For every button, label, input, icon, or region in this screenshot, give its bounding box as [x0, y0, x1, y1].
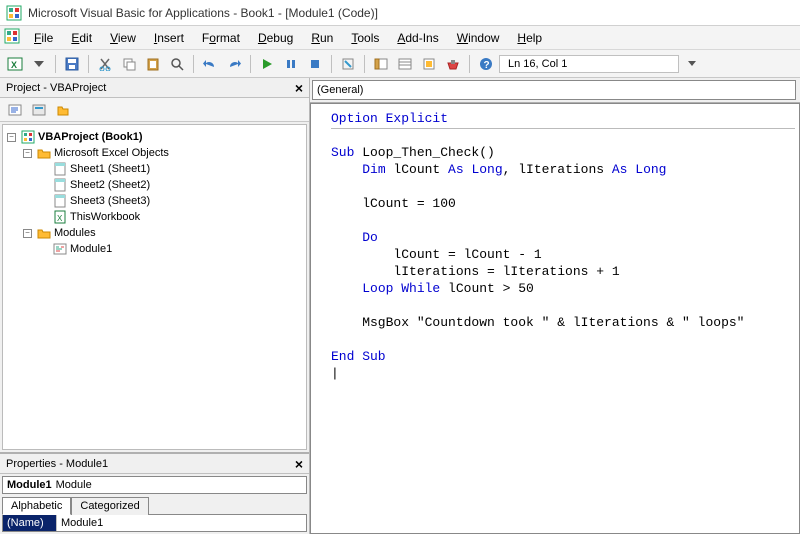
save-icon[interactable]	[61, 53, 83, 75]
procedure-divider	[331, 128, 795, 129]
view-object-icon[interactable]	[28, 99, 50, 121]
insert-dropdown-icon[interactable]	[28, 53, 50, 75]
toolbar-options-icon[interactable]	[681, 53, 703, 75]
tree-thisworkbook[interactable]: XThisWorkbook	[39, 209, 304, 225]
tree-module[interactable]: Module1	[39, 241, 304, 257]
menu-format[interactable]: Format	[194, 28, 248, 48]
view-code-icon[interactable]	[4, 99, 26, 121]
paste-icon[interactable]	[142, 53, 164, 75]
redo-icon[interactable]	[223, 53, 245, 75]
menu-help[interactable]: Help	[509, 28, 550, 48]
titlebar: Microsoft Visual Basic for Applications …	[0, 0, 800, 26]
folder-icon	[37, 226, 51, 240]
menu-debug[interactable]: Debug	[250, 28, 301, 48]
toolbar-separator	[331, 55, 332, 73]
tree-sheet[interactable]: Sheet2 (Sheet2)	[39, 177, 304, 193]
menu-file[interactable]: File	[26, 28, 61, 48]
properties-pane-header: Properties - Module1 ×	[0, 454, 309, 474]
project-icon	[21, 130, 35, 144]
break-icon[interactable]	[280, 53, 302, 75]
folder-icon	[37, 146, 51, 160]
project-pane-close-icon[interactable]: ×	[291, 80, 307, 96]
cut-icon[interactable]	[94, 53, 116, 75]
object-combo[interactable]: (General)	[312, 80, 796, 100]
menubar: File Edit View Insert Format Debug Run T…	[0, 26, 800, 50]
properties-grid[interactable]: (Name) Module1	[2, 514, 307, 532]
tree-sheet[interactable]: Sheet1 (Sheet1)	[39, 161, 304, 177]
project-explorer-icon[interactable]	[370, 53, 392, 75]
tree-modules-folder[interactable]: − Modules	[23, 225, 304, 241]
module-icon	[53, 242, 67, 256]
project-pane-title: Project - VBAProject	[6, 82, 106, 94]
toolbar-separator	[193, 55, 194, 73]
menu-window[interactable]: Window	[449, 28, 508, 48]
tree-root[interactable]: − VBAProject (Book1)	[7, 129, 304, 145]
svg-text:X: X	[57, 214, 63, 223]
properties-pane-title: Properties - Module1	[6, 458, 108, 470]
vba-app-icon	[6, 5, 22, 21]
toolbar-separator	[88, 55, 89, 73]
properties-object-selector[interactable]: Module1 Module	[2, 476, 307, 494]
project-pane-toolbar	[0, 98, 309, 122]
properties-pane-close-icon[interactable]: ×	[291, 456, 307, 472]
toolbar-separator	[469, 55, 470, 73]
vba-app-icon[interactable]	[4, 28, 20, 47]
toolbar-separator	[364, 55, 365, 73]
svg-text:X: X	[11, 60, 17, 70]
toggle-folders-icon[interactable]	[52, 99, 74, 121]
svg-text:?: ?	[484, 60, 490, 71]
properties-icon[interactable]	[394, 53, 416, 75]
menu-edit[interactable]: Edit	[63, 28, 100, 48]
tab-alphabetic[interactable]: Alphabetic	[2, 497, 71, 515]
menu-tools[interactable]: Tools	[343, 28, 387, 48]
sheet-icon	[53, 194, 67, 208]
property-name-value[interactable]: Module1	[57, 515, 306, 531]
menu-insert[interactable]: Insert	[146, 28, 192, 48]
property-name-label: (Name)	[3, 515, 57, 531]
run-icon[interactable]	[256, 53, 278, 75]
reset-icon[interactable]	[304, 53, 326, 75]
menu-view[interactable]: View	[102, 28, 144, 48]
sheet-icon	[53, 178, 67, 192]
copy-icon[interactable]	[118, 53, 140, 75]
workbook-icon: X	[53, 210, 67, 224]
object-browser-icon[interactable]	[418, 53, 440, 75]
tree-sheet[interactable]: Sheet3 (Sheet3)	[39, 193, 304, 209]
sheet-icon	[53, 162, 67, 176]
tree-excel-objects[interactable]: − Microsoft Excel Objects	[23, 145, 304, 161]
project-pane-header: Project - VBAProject ×	[0, 78, 309, 98]
toolbox-icon[interactable]	[442, 53, 464, 75]
view-excel-icon[interactable]: X	[4, 53, 26, 75]
toolbar-separator	[250, 55, 251, 73]
undo-icon[interactable]	[199, 53, 221, 75]
code-editor[interactable]: Option Explicit Sub Loop_Then_Check() Di…	[310, 103, 800, 534]
menu-run[interactable]: Run	[303, 28, 341, 48]
window-title: Microsoft Visual Basic for Applications …	[28, 6, 378, 20]
menu-addins[interactable]: Add-Ins	[389, 28, 446, 48]
help-icon[interactable]: ?	[475, 53, 497, 75]
cursor-position: Ln 16, Col 1	[499, 55, 679, 73]
toolbar-separator	[55, 55, 56, 73]
tab-categorized[interactable]: Categorized	[71, 497, 148, 515]
design-mode-icon[interactable]	[337, 53, 359, 75]
find-icon[interactable]	[166, 53, 188, 75]
project-tree[interactable]: − VBAProject (Book1) − Microsoft Excel O…	[2, 124, 307, 450]
toolbar: X ? Ln 16, Col 1	[0, 50, 800, 78]
